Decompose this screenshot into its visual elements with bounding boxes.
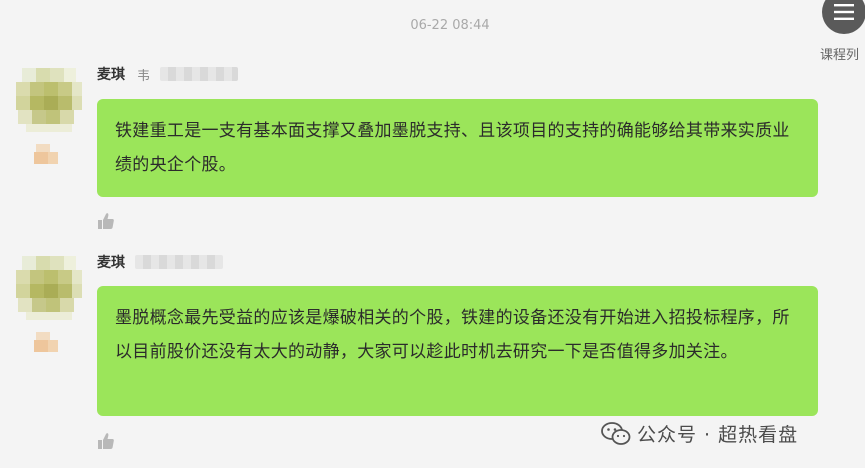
wechat-icon (601, 421, 631, 445)
watermark: 公众号 · 超热看盘 (601, 420, 798, 447)
sender-name-row: 麦琪 韦 (97, 64, 239, 84)
list-icon (822, 0, 865, 34)
blurred-sender-info (160, 67, 239, 81)
thumbs-up-icon (98, 433, 114, 449)
sender-name: 麦琪 (97, 255, 125, 271)
sender-name: 麦琪 (97, 67, 125, 83)
avatar[interactable] (14, 252, 84, 358)
like-button[interactable] (97, 212, 115, 234)
course-list-button[interactable]: 课程列 (812, 0, 865, 64)
sender-tag: 韦 (137, 68, 151, 84)
blurred-sender-info (135, 255, 223, 269)
thumbs-up-icon (98, 213, 114, 229)
sender-name-row: 麦琪 (97, 252, 223, 272)
like-button[interactable] (97, 432, 115, 454)
message-timestamp: 06-22 08:44 (410, 18, 490, 33)
message-bubble: 铁建重工是一支有基本面支撑又叠加墨脱支持、且该项目的支持的确能够给其带来实质业绩… (97, 99, 818, 197)
course-list-label: 课程列 (820, 48, 860, 63)
avatar[interactable] (14, 64, 84, 170)
message-bubble: 墨脱概念最先受益的应该是爆破相关的个股，铁建的设备还没有开始进入招投标程序，所以… (97, 286, 818, 416)
watermark-text: 公众号 · 超热看盘 (637, 424, 799, 446)
